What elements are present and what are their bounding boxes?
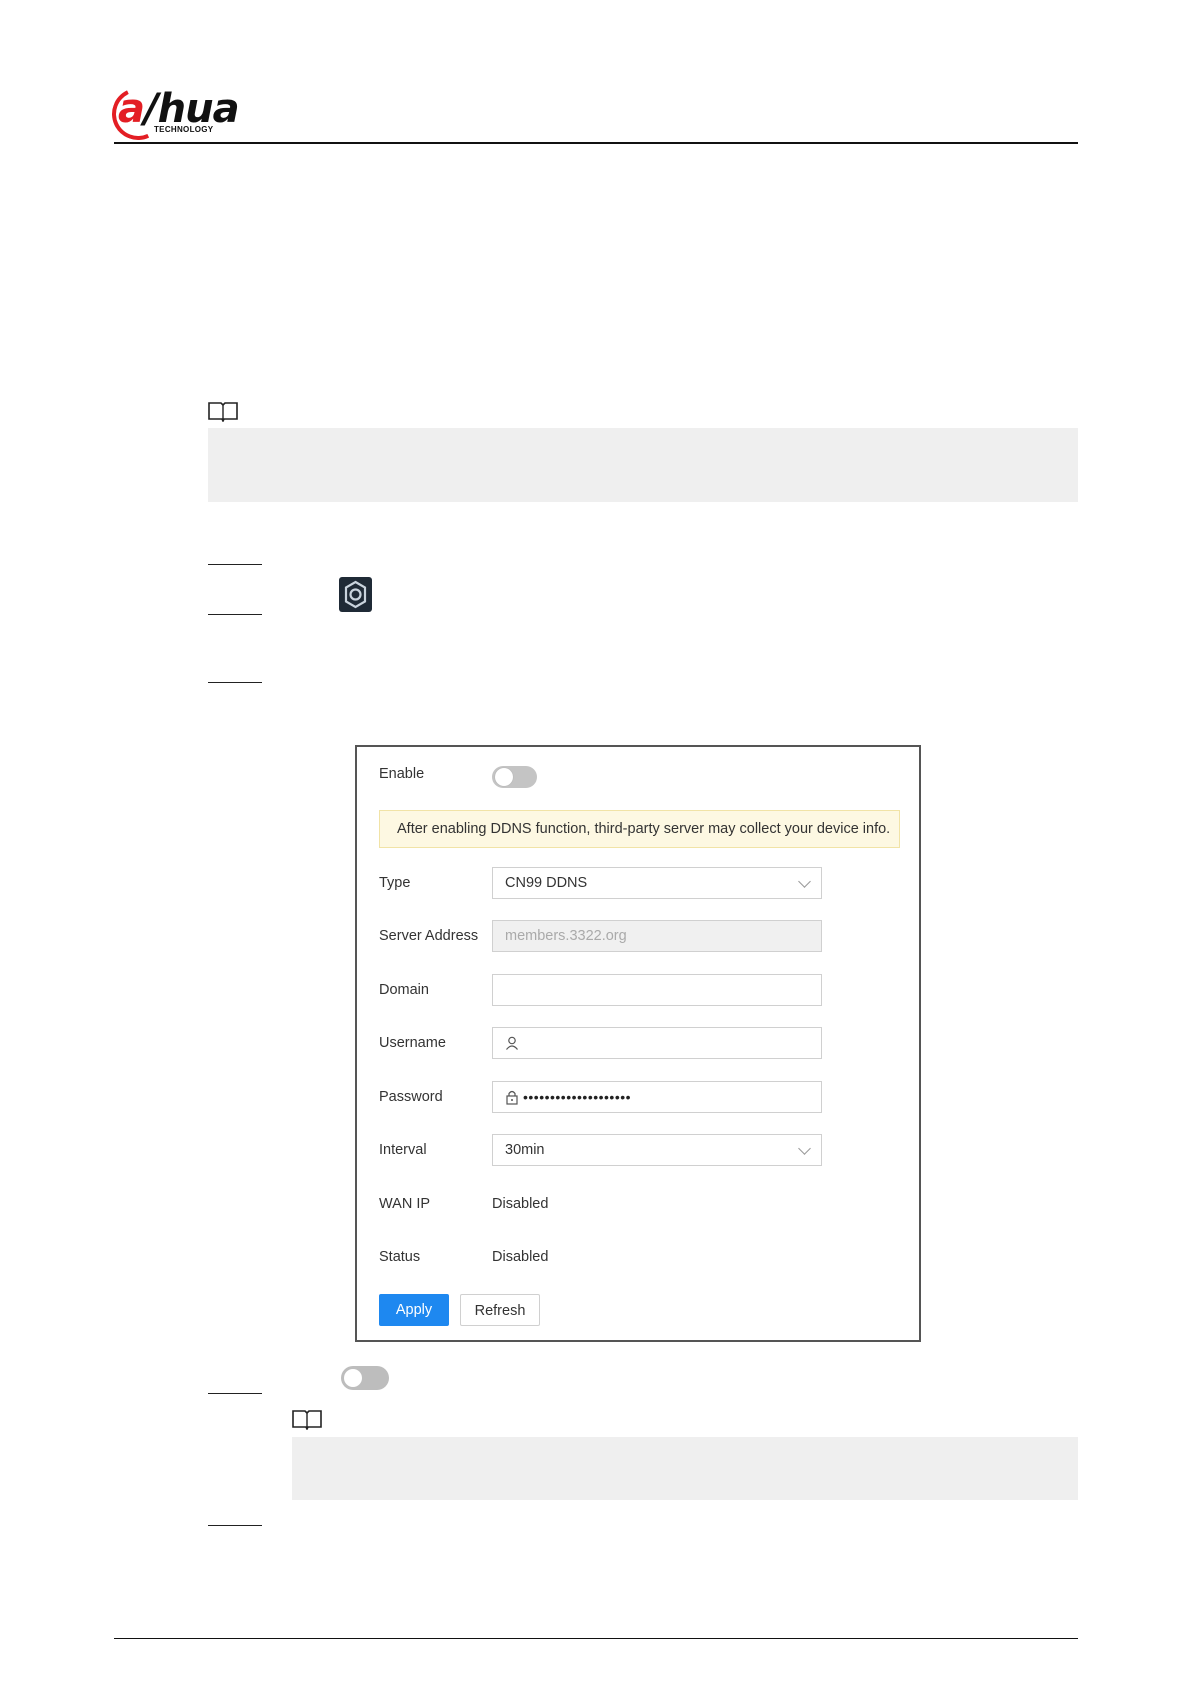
type-label: Type [379, 875, 411, 891]
password-label: Password [379, 1089, 443, 1105]
footer-rule [114, 1638, 1078, 1639]
step-marker-5 [208, 1525, 262, 1526]
toggle-off-icon [341, 1366, 389, 1390]
step-marker-4 [208, 1393, 262, 1394]
status-label: Status [379, 1249, 421, 1265]
interval-label: Interval [379, 1142, 427, 1158]
domain-input[interactable] [492, 974, 822, 1006]
apply-button[interactable]: Apply [379, 1294, 449, 1326]
wan-ip-label: WAN IP [379, 1196, 431, 1212]
server-address-value: members.3322.org [505, 928, 627, 944]
type-select[interactable]: CN99 DDNS [492, 867, 822, 899]
gear-icon [339, 577, 372, 612]
interval-select[interactable]: 30min [492, 1134, 822, 1166]
interval-select-value: 30min [505, 1142, 545, 1158]
logo-subtext: TECHNOLOGY [154, 125, 214, 134]
chevron-down-icon [798, 1142, 811, 1155]
domain-label: Domain [379, 982, 429, 998]
user-icon [506, 1036, 518, 1050]
status-value: Disabled [492, 1249, 549, 1265]
password-input[interactable]: •••••••••••••••••••• [492, 1081, 822, 1113]
step-marker-3 [208, 682, 262, 683]
step-marker-1 [208, 564, 262, 565]
dahua-logo: a/hua TECHNOLOGY [104, 80, 272, 148]
step-marker-2 [208, 614, 262, 615]
ddns-settings-panel: Enable After enabling DDNS function, thi… [355, 745, 921, 1342]
lock-icon [506, 1090, 518, 1105]
note-box [292, 1437, 1078, 1500]
toggle-knob [495, 768, 513, 786]
header-rule [114, 142, 1078, 144]
book-icon [208, 402, 238, 422]
book-icon [292, 1410, 322, 1430]
refresh-button[interactable]: Refresh [460, 1294, 540, 1326]
chevron-down-icon [798, 875, 811, 888]
server-address-label: Server Address [379, 928, 479, 944]
password-value: •••••••••••••••••••• [523, 1089, 632, 1105]
type-select-value: CN99 DDNS [505, 875, 588, 891]
username-input[interactable] [492, 1027, 822, 1059]
wan-ip-value: Disabled [492, 1196, 549, 1212]
server-address-field: members.3322.org [492, 920, 822, 952]
note-box [208, 428, 1078, 502]
enable-toggle[interactable] [492, 766, 537, 788]
username-label: Username [379, 1035, 446, 1051]
enable-label: Enable [379, 766, 425, 782]
privacy-warning-banner: After enabling DDNS function, third-part… [379, 810, 900, 848]
